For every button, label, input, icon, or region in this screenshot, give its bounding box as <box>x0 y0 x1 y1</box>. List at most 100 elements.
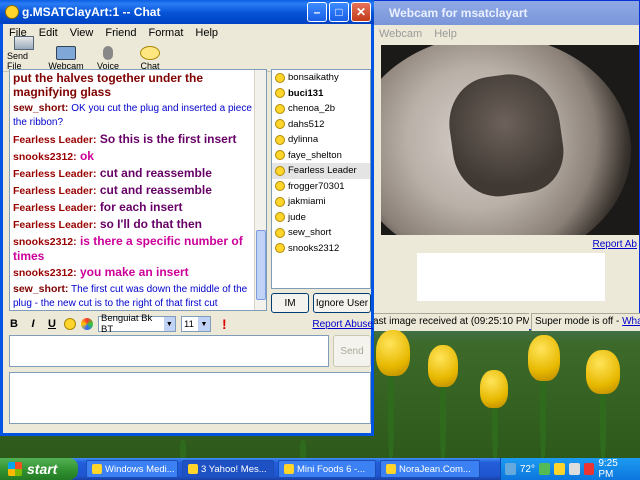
alert-icon[interactable]: ! <box>222 316 227 332</box>
message-nick[interactable]: snooks2312: <box>13 267 77 279</box>
message-nick[interactable]: sew_short: <box>13 283 68 295</box>
send-button[interactable]: Send <box>333 335 371 367</box>
user-list-item[interactable]: faye_shelton <box>272 148 370 164</box>
task-yahoo-messenger[interactable]: 3 Yahoo! Mes... <box>182 460 274 478</box>
message-text: you make an insert <box>79 265 189 279</box>
scrollbar-thumb[interactable] <box>256 230 266 300</box>
user-list-item[interactable]: sew_short <box>272 225 370 241</box>
yahoo-smiley-icon <box>5 5 19 19</box>
task-mini-foods[interactable]: Mini Foods 6 -... <box>278 460 376 478</box>
user-status-icon <box>275 88 285 99</box>
clock: 9:25 PM <box>598 458 618 480</box>
windows-flag-icon <box>8 462 22 476</box>
emoticon-icon[interactable] <box>64 318 76 330</box>
webcam-titlebar[interactable]: Webcam for msatclayart <box>373 1 639 25</box>
webcam-button[interactable]: Webcam <box>48 46 84 71</box>
message-nick[interactable]: Fearless Leader: <box>13 168 96 180</box>
message-input[interactable] <box>9 335 329 367</box>
user-list-item[interactable]: jakmiami <box>272 194 370 210</box>
user-name: faye_shelton <box>288 149 342 161</box>
im-button[interactable]: IM <box>271 293 309 313</box>
user-list-item[interactable]: dahs512 <box>272 117 370 133</box>
user-name: frogger70301 <box>288 180 345 192</box>
user-name: chenoa_2b <box>288 103 336 115</box>
whats-this-link[interactable]: What's th <box>622 316 640 327</box>
weather-icon[interactable] <box>505 463 516 475</box>
menu-friend[interactable]: Friend <box>105 27 136 39</box>
volume-icon[interactable] <box>568 463 580 475</box>
webcam-report-abuse-link[interactable]: Report Ab <box>593 239 637 250</box>
chat-message: snooks2312: ok <box>10 148 266 165</box>
task-norajean[interactable]: NoraJean.Com... <box>380 460 480 478</box>
bold-button[interactable]: B <box>7 318 21 330</box>
message-nick[interactable]: snooks2312: <box>13 151 77 163</box>
message-nick[interactable]: Fearless Leader: <box>13 202 96 214</box>
secondary-text-area[interactable] <box>9 372 371 424</box>
chat-log-scrollbar[interactable] <box>254 70 266 310</box>
message-nick[interactable]: Fearless Leader: <box>13 185 96 197</box>
webcam-title: Webcam for msatclayart <box>389 6 528 20</box>
user-status-icon <box>275 243 285 254</box>
message-text: put the halves together under the magnif… <box>13 71 204 99</box>
network-icon[interactable] <box>538 463 550 475</box>
user-list-item[interactable]: jude <box>272 210 370 226</box>
menu-view[interactable]: View <box>70 27 94 39</box>
chat-message: snooks2312: you make an insert <box>10 264 266 281</box>
message-nick[interactable]: sew_short: <box>13 102 68 114</box>
user-list-item[interactable]: bonsaikathy <box>272 70 370 86</box>
message-nick[interactable]: snooks2312: <box>13 236 77 248</box>
webcam-video-feed <box>381 45 639 235</box>
user-status-icon <box>275 165 285 176</box>
webcam-menu-help[interactable]: Help <box>434 28 457 40</box>
browser-icon <box>386 464 396 474</box>
voice-button[interactable]: Voice <box>91 46 125 71</box>
webcam-menu-webcam[interactable]: Webcam <box>379 28 422 40</box>
user-status-icon <box>275 181 285 192</box>
message-nick[interactable]: Fearless Leader: <box>13 219 96 231</box>
format-toolbar: B I U Benguiat Bk BT ▼ 11 ▼ ! Report Abuse <box>7 313 373 335</box>
message-text: cut and reassemble <box>99 183 212 197</box>
chat-title: g.MSATClayArt:1 -- Chat <box>22 5 161 19</box>
font-size-select[interactable]: 11 ▼ <box>181 316 211 332</box>
user-list-item[interactable]: buci131 <box>272 86 370 102</box>
user-list-item[interactable]: snooks2312 <box>272 241 370 257</box>
send-file-icon <box>14 36 34 50</box>
user-name: snooks2312 <box>288 242 340 254</box>
ignore-user-button[interactable]: Ignore User <box>313 293 371 313</box>
user-list-item[interactable]: dylinna <box>272 132 370 148</box>
user-name: bonsaikathy <box>288 72 339 84</box>
maximize-button[interactable]: □ <box>329 2 349 22</box>
start-button[interactable]: start <box>0 458 78 480</box>
user-name: sew_short <box>288 227 332 239</box>
chat-toolbar: Send File Webcam Voice Chat <box>3 36 371 72</box>
chat-button[interactable]: Chat <box>133 46 167 71</box>
user-name: Fearless Leader <box>288 165 357 177</box>
color-palette-icon[interactable] <box>81 318 93 330</box>
user-status-icon <box>275 212 285 223</box>
user-list-item[interactable]: frogger70301 <box>272 179 370 195</box>
webcam-window[interactable]: Webcam for msatclayart Webcam Help Repor… <box>372 0 640 331</box>
user-list-item[interactable]: chenoa_2b <box>272 101 370 117</box>
report-abuse-link[interactable]: Report Abuse <box>312 319 373 330</box>
chat-titlebar[interactable]: g.MSATClayArt:1 -- Chat – □ ✕ <box>0 0 374 24</box>
close-button[interactable]: ✕ <box>351 2 371 22</box>
chevron-down-icon: ▼ <box>198 317 210 331</box>
chat-message: put the halves together under the magnif… <box>10 70 266 100</box>
menu-help[interactable]: Help <box>195 27 218 39</box>
chat-window[interactable]: g.MSATClayArt:1 -- Chat – □ ✕ File Edit … <box>0 0 374 436</box>
menu-format[interactable]: Format <box>149 27 184 39</box>
security-icon[interactable] <box>583 463 595 475</box>
message-nick[interactable]: Fearless Leader: <box>13 134 96 146</box>
menu-edit[interactable]: Edit <box>39 27 58 39</box>
user-list[interactable]: bonsaikathy buci131 chenoa_2b dahs512 dylinn… <box>271 69 371 289</box>
user-list-item[interactable]: Fearless Leader <box>272 163 370 179</box>
chat-message-log[interactable]: put the halves together under the magnif… <box>9 69 267 311</box>
italic-button[interactable]: I <box>26 318 40 330</box>
underline-button[interactable]: U <box>45 318 59 330</box>
font-select[interactable]: Benguiat Bk BT ▼ <box>98 313 176 335</box>
task-windows-media[interactable]: Windows Medi... <box>86 460 178 478</box>
minimize-button[interactable]: – <box>307 2 327 22</box>
messenger-tray-icon[interactable] <box>553 463 565 475</box>
send-file-button[interactable]: Send File <box>7 36 41 71</box>
user-status-icon <box>275 134 285 145</box>
